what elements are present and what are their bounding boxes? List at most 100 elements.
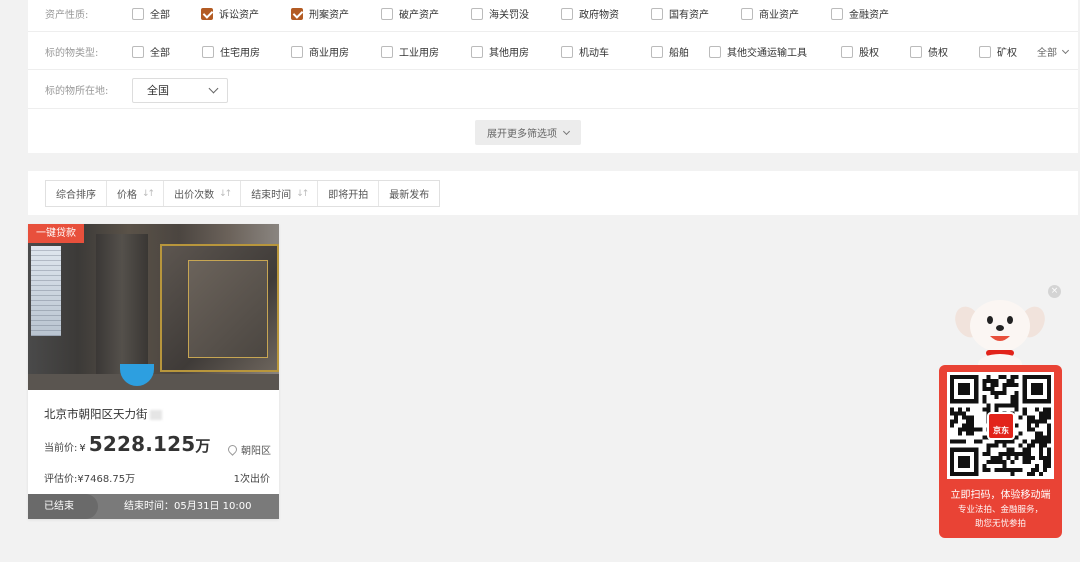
checkbox[interactable]: [841, 45, 853, 58]
asset-nature-option-label: 刑案资产: [309, 10, 349, 21]
object-type-option-label: 其他用房: [489, 48, 529, 59]
end-time: 结束时间：05月31日 10:00: [124, 501, 252, 512]
asset-nature-option[interactable]: 政府物资: [561, 6, 619, 21]
photo-window: [31, 246, 61, 336]
object-type-option[interactable]: 船舶: [651, 44, 689, 59]
status-badge: 已结束: [28, 494, 98, 519]
sort-option-label: 价格: [117, 190, 137, 201]
object-type-option-label: 股权: [859, 48, 879, 59]
chevron-down-icon: [1061, 46, 1070, 54]
sort-option[interactable]: 最新发布: [379, 181, 439, 206]
location-select[interactable]: 全国: [132, 78, 228, 103]
object-type-option[interactable]: 股权: [841, 44, 879, 59]
promo-subline-2: 助您无忧参拍: [974, 519, 1026, 529]
asset-nature-option[interactable]: 海关罚没: [471, 6, 529, 21]
title-redaction: [149, 409, 162, 420]
checkbox[interactable]: [202, 45, 214, 58]
filter-label-object-type: 标的物类型:: [45, 48, 99, 59]
price-unit: 万: [195, 437, 211, 455]
listing-photo[interactable]: 一键贷款: [28, 224, 279, 390]
sort-option[interactable]: 价格 ↓↑: [107, 181, 165, 206]
photo-floor: [28, 374, 279, 390]
asset-nature-option-label: 破产资产: [399, 10, 439, 21]
sort-option-label: 即将开拍: [328, 190, 369, 201]
price-currency: ¥: [79, 443, 86, 454]
price-value: 5228.125: [88, 432, 196, 456]
checkbox[interactable]: [651, 45, 663, 58]
location-pin-icon: [226, 443, 239, 456]
jd-logo-icon: 京东: [987, 412, 1015, 440]
object-type-option[interactable]: 债权: [910, 44, 948, 59]
checkbox[interactable]: [709, 45, 721, 58]
object-type-option[interactable]: 其他交通运输工具: [709, 44, 807, 59]
checkbox[interactable]: [741, 7, 753, 20]
photo-mirror-inner: [188, 260, 268, 358]
object-type-option[interactable]: 工业用房: [381, 44, 439, 59]
checkbox[interactable]: [979, 45, 991, 58]
asset-nature-option[interactable]: 破产资产: [381, 6, 439, 21]
checkbox[interactable]: [291, 45, 303, 58]
asset-nature-option[interactable]: 刑案资产: [291, 6, 349, 21]
checkbox[interactable]: [910, 45, 922, 58]
object-type-option[interactable]: 住宅用房: [202, 44, 260, 59]
asset-nature-option[interactable]: 商业资产: [741, 6, 799, 21]
listing-title-text: 北京市朝阳区天力街: [44, 407, 148, 421]
object-type-option[interactable]: 机动车: [561, 44, 609, 59]
asset-nature-option-label: 金融资产: [849, 10, 889, 21]
object-type-option-label: 商业用房: [309, 48, 349, 59]
object-type-option-label: 其他交通运输工具: [727, 48, 807, 59]
checkbox[interactable]: [381, 45, 393, 58]
checkbox[interactable]: [561, 7, 573, 20]
object-type-option-label: 债权: [928, 48, 948, 59]
district: 朝阳区: [226, 442, 271, 457]
asset-nature-option[interactable]: 诉讼资产: [201, 6, 259, 21]
bid-count: 1次出价: [233, 474, 270, 485]
checkbox[interactable]: [651, 7, 663, 20]
checkbox[interactable]: [471, 7, 483, 20]
asset-nature-option[interactable]: 金融资产: [831, 6, 889, 21]
expand-more-filters-button[interactable]: 展开更多筛选项: [475, 120, 581, 145]
chevron-down-icon: [208, 83, 219, 94]
object-type-option-label: 船舶: [669, 48, 689, 59]
sort-option-label: 结束时间: [251, 190, 292, 201]
chevron-down-icon: [562, 127, 571, 135]
expand-all-label: 全部: [1037, 48, 1057, 59]
listing-title[interactable]: 北京市朝阳区天力街: [44, 406, 162, 422]
loan-badge[interactable]: 一键贷款: [28, 224, 84, 243]
checkbox[interactable]: [132, 7, 144, 20]
asset-nature-option-label: 商业资产: [759, 10, 799, 21]
sort-bar: 综合排序 价格 ↓↑ 出价次数 ↓↑ 结束时间 ↓↑ 即将开拍 最新发布: [45, 180, 441, 207]
checkbox[interactable]: [291, 7, 303, 20]
checkbox[interactable]: [831, 7, 843, 20]
checkbox[interactable]: [132, 45, 144, 58]
asset-nature-option-label: 诉讼资产: [219, 10, 259, 21]
asset-nature-option[interactable]: 国有资产: [651, 6, 709, 21]
filter-row-location: 标的物所在地: 全国: [28, 70, 1078, 109]
app-promo-panel[interactable]: 京东 立即扫码，体验移动端 专业法拍、金融服务， 助您无忧参拍: [939, 365, 1062, 538]
object-type-option[interactable]: 其他用房: [471, 44, 529, 59]
checkbox[interactable]: [471, 45, 483, 58]
object-type-option[interactable]: 全部: [132, 44, 170, 59]
location-select-value: 全国: [147, 84, 169, 97]
object-type-option[interactable]: 商业用房: [291, 44, 349, 59]
sort-option[interactable]: 综合排序: [46, 181, 107, 206]
asset-nature-option[interactable]: 全部: [132, 6, 170, 21]
object-type-option-label: 工业用房: [399, 48, 439, 59]
expand-all-types-toggle[interactable]: 全部: [1037, 44, 1070, 59]
checkbox[interactable]: [381, 7, 393, 20]
checkbox[interactable]: [561, 45, 573, 58]
close-promo-button[interactable]: ×: [1048, 285, 1061, 298]
qr-code[interactable]: 京东: [947, 372, 1054, 479]
evaluation-price: 评估价:¥7468.75万: [44, 474, 136, 485]
listing-card[interactable]: 一键贷款 北京市朝阳区天力街 当前价: ¥ 5228.125 万 朝阳区 评估价…: [28, 224, 279, 519]
asset-nature-option-label: 海关罚没: [489, 10, 529, 21]
object-type-option-label: 全部: [150, 48, 170, 59]
object-type-option[interactable]: 矿权: [979, 44, 1017, 59]
filter-label-asset-nature: 资产性质:: [45, 10, 89, 21]
checkbox[interactable]: [201, 7, 213, 20]
sort-option[interactable]: 结束时间 ↓↑: [241, 181, 319, 206]
sort-option[interactable]: 出价次数 ↓↑: [164, 181, 242, 206]
district-label: 朝阳区: [241, 446, 271, 457]
sort-arrows-icon: ↓↑: [142, 188, 155, 199]
sort-option[interactable]: 即将开拍: [318, 181, 380, 206]
